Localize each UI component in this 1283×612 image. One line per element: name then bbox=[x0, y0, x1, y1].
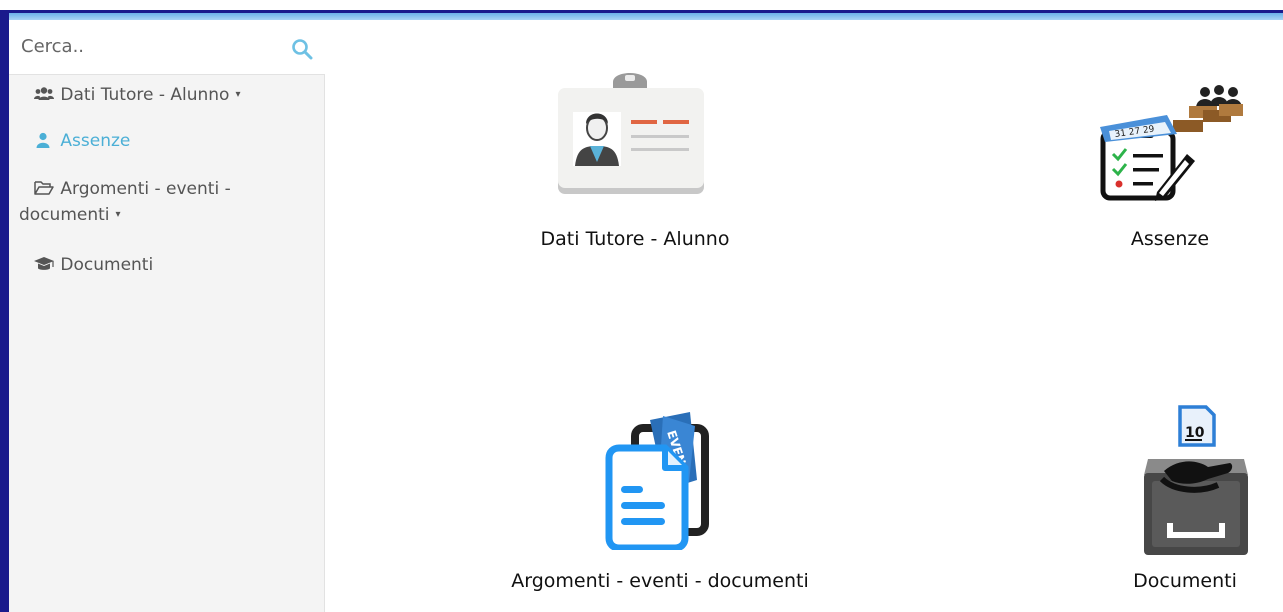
document-tray-icon: 10 bbox=[1144, 405, 1248, 555]
sidebar-item-label: Assenze bbox=[60, 131, 131, 151]
tile-label: Argomenti - eventi - documenti bbox=[511, 570, 809, 592]
sidebar-item-label-line2: documenti bbox=[19, 205, 110, 225]
sidebar-item-documenti[interactable]: Documenti bbox=[9, 252, 165, 278]
event-documents-icon: EVEN bbox=[605, 412, 709, 550]
search-bar bbox=[9, 20, 325, 75]
folder-open-icon bbox=[34, 181, 54, 195]
top-strip bbox=[9, 13, 1283, 20]
sidebar-item-label: Dati Tutore - Alunno bbox=[60, 85, 230, 105]
sidebar: Dati Tutore - Alunno ▾ Assenze Argomenti … bbox=[9, 20, 325, 612]
graduation-cap-icon bbox=[34, 257, 54, 270]
tile-assenze[interactable]: 31 27 29 Assenze bbox=[1060, 60, 1280, 260]
id-badge-icon bbox=[558, 73, 704, 194]
svg-text:10: 10 bbox=[1185, 425, 1205, 441]
users-icon bbox=[34, 87, 54, 100]
tile-label: Dati Tutore - Alunno bbox=[540, 228, 730, 250]
search-icon[interactable] bbox=[291, 38, 313, 60]
tile-label: Documenti bbox=[1133, 570, 1237, 592]
sidebar-item-argomenti-eventi-documenti[interactable]: Argomenti - eventi - documenti ▾ bbox=[9, 176, 269, 228]
attendance-register-icon: 31 27 29 bbox=[1100, 85, 1243, 201]
sidebar-item-label: Documenti bbox=[60, 255, 154, 275]
sidebar-item-assenze[interactable]: Assenze bbox=[9, 128, 142, 154]
caret-down-icon: ▾ bbox=[235, 89, 241, 100]
sidebar-item-label: Argomenti - eventi - bbox=[60, 179, 231, 199]
tile-label: Assenze bbox=[1130, 228, 1210, 250]
caret-down-icon: ▾ bbox=[115, 209, 121, 220]
search-input[interactable] bbox=[21, 28, 281, 64]
user-icon bbox=[36, 132, 50, 148]
tile-dati-tutore-alunno[interactable]: Dati Tutore - Alunno bbox=[480, 60, 790, 260]
sidebar-item-dati-tutore-alunno[interactable]: Dati Tutore - Alunno ▾ bbox=[9, 82, 252, 108]
tile-argomenti-eventi-documenti[interactable]: EVEN Argomenti - eventi - documenti bbox=[470, 400, 850, 605]
tile-documenti[interactable]: 10 Documenti bbox=[1090, 400, 1280, 605]
